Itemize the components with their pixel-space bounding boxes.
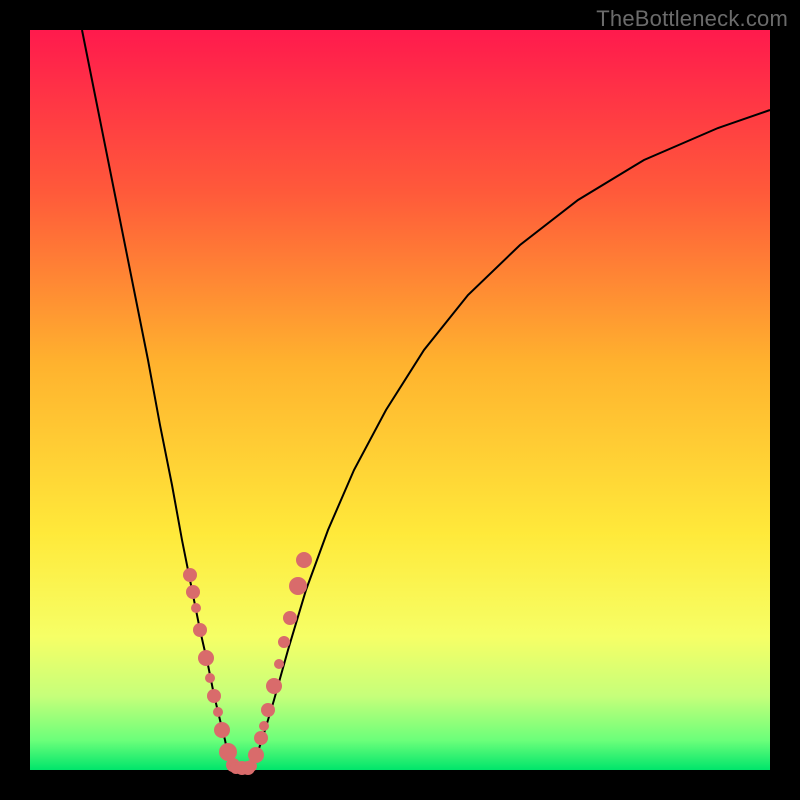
data-point xyxy=(266,678,282,694)
data-point xyxy=(191,603,201,613)
watermark-text: TheBottleneck.com xyxy=(596,6,788,32)
chart-canvas: TheBottleneck.com xyxy=(0,0,800,800)
data-point xyxy=(254,731,268,745)
data-point xyxy=(274,659,284,669)
data-point xyxy=(193,623,207,637)
data-point xyxy=(248,747,264,763)
chart-overlay xyxy=(30,30,770,770)
data-point xyxy=(214,722,230,738)
data-point xyxy=(283,611,297,625)
data-point xyxy=(207,689,221,703)
curve-right-branch xyxy=(252,110,770,768)
data-point xyxy=(259,721,269,731)
data-point xyxy=(289,577,307,595)
data-point xyxy=(278,636,290,648)
data-point xyxy=(213,707,223,717)
scatter-points xyxy=(183,552,312,775)
data-point xyxy=(261,703,275,717)
data-point xyxy=(183,568,197,582)
data-point xyxy=(296,552,312,568)
data-point xyxy=(186,585,200,599)
data-point xyxy=(198,650,214,666)
data-point xyxy=(205,673,215,683)
